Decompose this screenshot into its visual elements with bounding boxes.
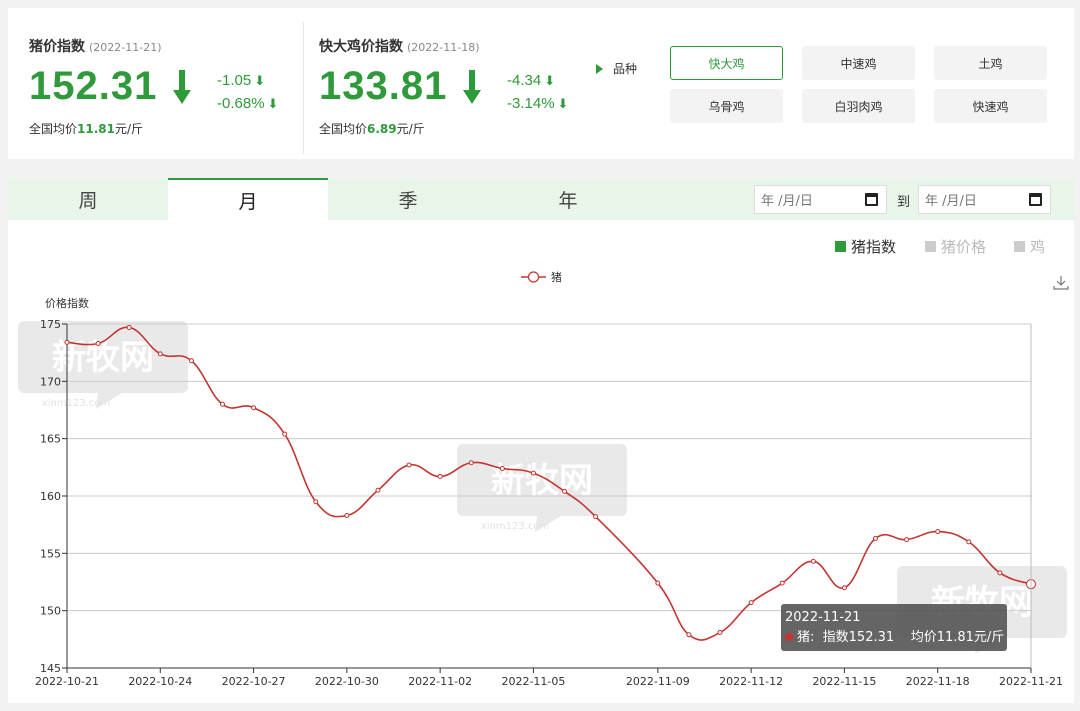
- data-point: [841, 585, 847, 591]
- data-point: [717, 629, 723, 635]
- y-tick-label: 145: [40, 662, 61, 675]
- data-point: [251, 405, 257, 411]
- chart-tooltip: 2022-11-21 猪: 指数152.31 均价11.81元/斤: [781, 604, 1007, 651]
- data-point: [344, 512, 350, 518]
- data-point: [655, 580, 661, 586]
- series-dot: [785, 633, 793, 641]
- data-point: [313, 499, 319, 505]
- chart-legend[interactable]: 猪: [521, 271, 562, 284]
- data-point: [966, 539, 972, 545]
- data-point: [95, 340, 101, 346]
- y-tick-label: 150: [40, 605, 61, 618]
- data-point: [219, 401, 225, 407]
- legend-label: 猪: [551, 271, 562, 284]
- x-tick-label: 2022-10-27: [222, 675, 286, 688]
- data-point: [904, 537, 910, 543]
- tooltip-values: 猪: 指数152.31 均价11.81元/斤: [785, 628, 1004, 648]
- data-point: [64, 339, 70, 345]
- y-tick-label: 175: [40, 318, 61, 331]
- data-point: [748, 600, 754, 606]
- data-point: [437, 474, 443, 480]
- y-tick-label: 160: [40, 490, 61, 503]
- data-point: [188, 358, 194, 364]
- x-tick-label: 2022-11-18: [906, 675, 970, 688]
- x-tick-label: 2022-10-30: [315, 675, 379, 688]
- x-tick-label: 2022-11-12: [719, 675, 783, 688]
- data-point: [530, 470, 536, 476]
- tooltip-date: 2022-11-21: [785, 610, 861, 625]
- data-point: [499, 465, 505, 471]
- x-tick-label: 2022-11-02: [408, 675, 472, 688]
- data-point: [935, 529, 941, 535]
- data-point: [375, 487, 381, 493]
- data-point: [873, 535, 879, 541]
- legend-marker: [527, 271, 540, 283]
- y-tick-label: 165: [40, 433, 61, 446]
- data-point: [282, 431, 288, 437]
- data-point: [593, 514, 599, 520]
- data-point: [810, 558, 816, 564]
- data-point: [126, 324, 132, 330]
- data-point: [686, 632, 692, 638]
- data-point: [997, 570, 1003, 576]
- data-point: [779, 580, 785, 586]
- y-tick-label: 170: [40, 375, 61, 388]
- series-line-pig: [66, 326, 1032, 641]
- x-tick-label: 2022-10-21: [35, 675, 99, 688]
- x-tick-label: 2022-11-05: [501, 675, 565, 688]
- x-tick-label: 2022-11-09: [626, 675, 690, 688]
- x-axis-ticks: 2022-10-21 2022-10-24 2022-10-27 2022-10-30…: [35, 668, 1063, 688]
- x-tick-label: 2022-10-24: [128, 675, 192, 688]
- y-axis-ticks: 145 150 155 160 165 170 175: [40, 318, 67, 675]
- data-point: [157, 351, 163, 357]
- download-icon[interactable]: [1053, 276, 1069, 290]
- x-tick-label: 2022-11-21: [999, 675, 1063, 688]
- data-point: [468, 460, 474, 466]
- y-axis-label: 价格指数: [45, 296, 89, 310]
- data-point: [406, 462, 412, 468]
- data-point: [562, 488, 568, 494]
- x-tick-label: 2022-11-15: [812, 675, 876, 688]
- y-tick-label: 155: [40, 547, 61, 560]
